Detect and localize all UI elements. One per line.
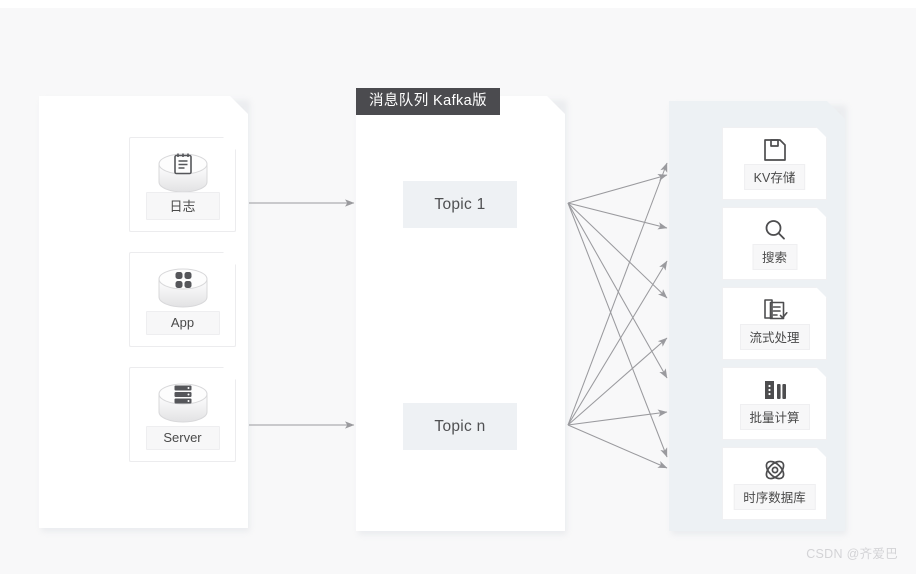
producer-card-label: App — [146, 311, 220, 335]
arrow-topicn-to-search — [567, 260, 668, 426]
arrow-topicn-to-stream — [567, 337, 668, 426]
consumer-card-search[interactable]: 搜索 — [722, 207, 827, 280]
arrow-topic1-to-batch — [567, 202, 668, 379]
diagram-canvas: 日志 App Server 消息队列 Kafka版 Topic 1 Topic … — [0, 8, 916, 574]
search-magnifier-icon — [761, 216, 789, 244]
arrow-topicn-to-kv — [567, 162, 668, 426]
consumer-card-label: 时序数据库 — [733, 484, 816, 510]
producer-card-app[interactable]: App — [129, 252, 236, 347]
arrow-topicn-to-tsdb — [567, 424, 668, 469]
consumer-card-label: 批量计算 — [739, 404, 809, 430]
kafka-panel — [356, 96, 565, 531]
producer-card-label: Server — [146, 426, 220, 450]
consumer-card-timeseries-db[interactable]: 时序数据库 — [722, 447, 827, 520]
atom-molecule-icon — [761, 456, 789, 484]
kafka-title-banner: 消息队列 Kafka版 — [356, 88, 501, 115]
topic-label: Topic 1 — [434, 195, 486, 213]
topic-box-n[interactable]: Topic n — [403, 403, 517, 450]
topic-label: Topic n — [434, 417, 486, 435]
apps-grid-icon — [157, 265, 209, 311]
arrow-topic1-to-kv — [567, 173, 668, 204]
arrow-topic1-to-tsdb — [567, 202, 668, 458]
server-rack-icon — [157, 380, 209, 426]
consumer-card-batch-computing[interactable]: 批量计算 — [722, 367, 827, 440]
notepad-icon — [157, 150, 209, 196]
arrow-topic1-to-stream — [567, 202, 668, 299]
producer-card-log[interactable]: 日志 — [129, 137, 236, 232]
consumer-card-label: KV存储 — [744, 164, 806, 190]
arrow-topic1-to-search — [567, 202, 668, 230]
stream-documents-check-icon — [761, 296, 789, 324]
floppy-save-icon — [761, 136, 789, 164]
consumer-card-kv-storage[interactable]: KV存储 — [722, 127, 827, 200]
arrow-topicn-to-batch — [567, 409, 668, 426]
consumer-card-stream-processing[interactable]: 流式处理 — [722, 287, 827, 360]
csdn-watermark: CSDN @齐爱巴 — [806, 547, 898, 561]
producer-card-server[interactable]: Server — [129, 367, 236, 462]
consumer-card-label: 流式处理 — [739, 324, 809, 350]
producer-panel: 日志 App Server — [39, 96, 248, 528]
consumer-card-label: 搜索 — [752, 244, 797, 270]
topic-box-1[interactable]: Topic 1 — [403, 181, 517, 228]
bar-chart-icon — [761, 376, 789, 404]
producer-card-label: 日志 — [146, 192, 220, 220]
